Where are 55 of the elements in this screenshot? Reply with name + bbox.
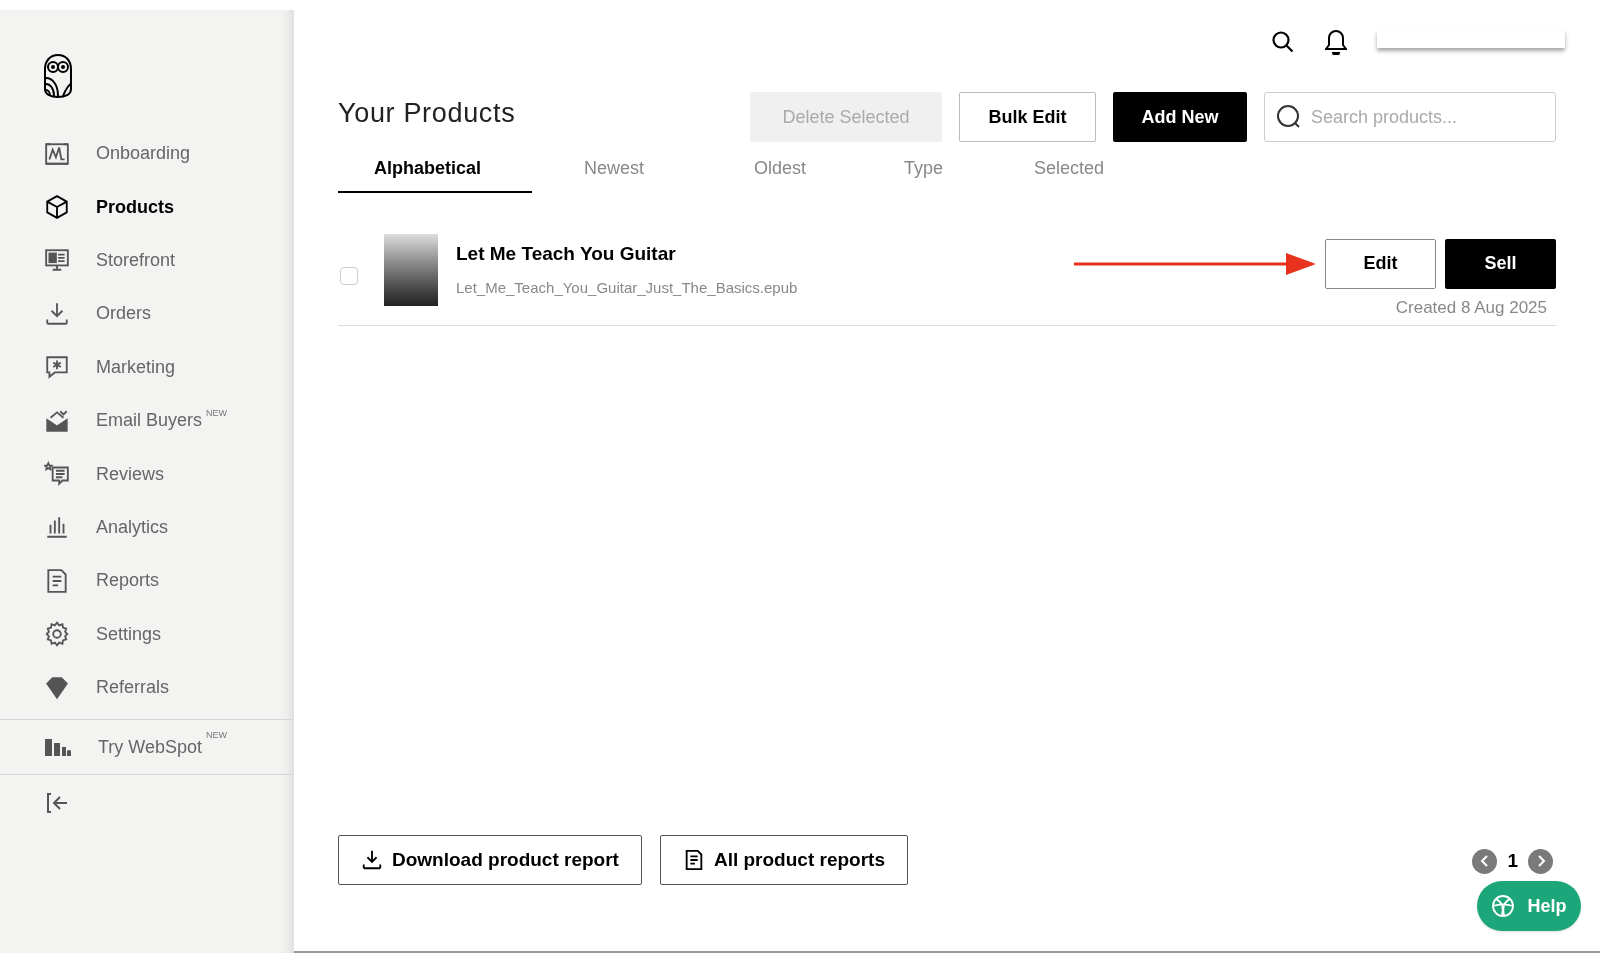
sidebar-item[interactable]: Reviews — [0, 447, 294, 501]
gem-icon — [44, 674, 70, 701]
monitor-icon — [44, 247, 70, 274]
chat-icon — [44, 354, 70, 381]
gear-icon — [44, 621, 70, 648]
chart-icon — [44, 140, 70, 167]
bars-icon — [44, 514, 70, 541]
report-button[interactable]: Download product report — [338, 835, 642, 885]
row-checkbox[interactable] — [340, 266, 358, 285]
product-title[interactable]: Let Me Teach You Guitar — [456, 240, 798, 269]
sidebar-item[interactable]: Settings — [0, 607, 294, 661]
box-icon — [44, 194, 70, 221]
download-icon — [44, 300, 70, 327]
sidebar-item[interactable]: Try WebSpot NEW — [44, 720, 228, 775]
owl-logo[interactable] — [43, 54, 73, 98]
search-icon — [1276, 104, 1302, 130]
next-page-button[interactable] — [1528, 848, 1553, 874]
page-number: 1 — [1507, 849, 1518, 873]
sidebar-item[interactable]: Reports — [0, 554, 294, 608]
sidebar-item[interactable]: Storefront — [0, 233, 294, 288]
new-label: NEW — [206, 407, 228, 418]
sidebar-item[interactable]: Products — [0, 180, 294, 234]
edit-button[interactable]: Edit — [1325, 238, 1436, 289]
tab[interactable]: Type — [852, 145, 982, 193]
buildings-icon — [44, 737, 72, 758]
globe-icon — [1491, 894, 1516, 918]
sidebar-item[interactable]: Onboarding — [0, 127, 294, 181]
sidebar-item[interactable]: Analytics — [0, 500, 294, 555]
tab[interactable]: Alphabetical — [338, 145, 532, 193]
created-date: Created 8 Aug 2025 — [1395, 296, 1547, 319]
search-icon[interactable] — [1271, 30, 1295, 54]
reviews-icon — [44, 461, 70, 488]
chevron-right-icon — [1535, 855, 1546, 868]
sidebar-item[interactable]: Referrals — [0, 660, 294, 715]
new-label: NEW — [206, 730, 228, 741]
action-button[interactable]: Add New — [1113, 92, 1247, 142]
tab[interactable]: Newest — [532, 145, 702, 193]
report-button[interactable]: All product reports — [659, 835, 908, 885]
sidebar-item[interactable]: Orders — [0, 287, 294, 341]
logout-icon[interactable] — [45, 791, 69, 816]
chevron-left-icon — [1479, 855, 1490, 868]
sidebar-item[interactable]: Email Buyers NEW — [0, 393, 294, 448]
sidebar-item[interactable]: Marketing — [0, 340, 294, 394]
sell-button[interactable]: Sell — [1445, 238, 1556, 289]
tab[interactable]: Selected — [982, 145, 1132, 193]
action-button[interactable]: Bulk Edit — [959, 92, 1096, 142]
report-icon — [44, 567, 70, 594]
previous-page-button[interactable] — [1472, 848, 1498, 874]
search-field[interactable]: Search products... — [1264, 92, 1556, 142]
help-button[interactable]: Help — [1477, 881, 1581, 931]
tab[interactable]: Oldest — [702, 145, 852, 193]
file-name: Let_Me_Teach_You_Guitar_Just_The_Basics.epub — [456, 277, 798, 298]
download-icon — [361, 849, 383, 871]
bell-icon[interactable] — [1325, 29, 1347, 55]
page-title: Your Products — [338, 96, 516, 130]
